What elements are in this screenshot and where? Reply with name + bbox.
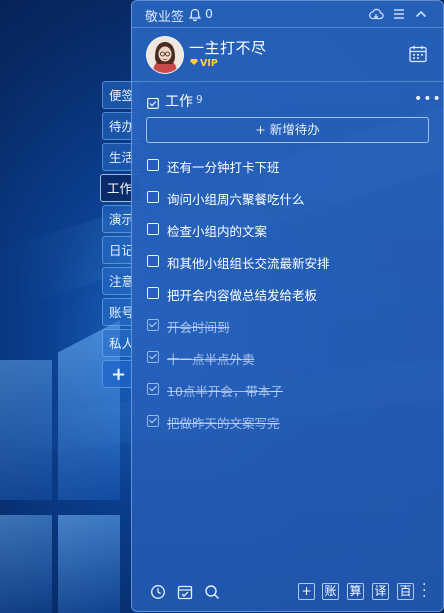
calculator-button[interactable]: 算 bbox=[347, 583, 364, 600]
calendar-check-icon[interactable] bbox=[177, 584, 193, 600]
todo-item-done[interactable]: 十一点半点外卖 bbox=[147, 349, 427, 367]
translate-button[interactable]: 译 bbox=[372, 583, 389, 600]
add-button[interactable]: + bbox=[298, 583, 315, 600]
menu-icon[interactable] bbox=[391, 6, 407, 22]
note-window: 敬业签 0 一主打不尽 VIP 工作 9 ••• + 新增待办 还有一分钟打卡下… bbox=[131, 0, 444, 612]
todo-checkbox[interactable] bbox=[147, 191, 159, 203]
bottom-toolbar: + 账 算 译 百 · · · bbox=[132, 570, 443, 612]
bell-icon[interactable] bbox=[188, 7, 202, 22]
todo-checkbox[interactable] bbox=[147, 159, 159, 171]
todo-checkbox-checked[interactable] bbox=[147, 319, 159, 331]
todo-checkbox[interactable] bbox=[147, 287, 159, 299]
category-count: 9 bbox=[196, 94, 203, 106]
notification-count: 0 bbox=[205, 6, 213, 21]
todo-item-done[interactable]: 开会时间到 bbox=[147, 317, 427, 335]
clock-icon[interactable] bbox=[150, 584, 166, 600]
title-divider bbox=[132, 27, 443, 28]
more-vertical-icon[interactable]: · · · bbox=[422, 578, 426, 604]
todo-item[interactable]: 把开会内容做总结发给老板 bbox=[147, 285, 427, 303]
app-title: 敬业签 bbox=[145, 10, 185, 25]
todo-checkbox-checked[interactable] bbox=[147, 415, 159, 427]
search-icon[interactable] bbox=[204, 584, 220, 600]
checklist-icon bbox=[147, 94, 159, 109]
todo-checkbox-checked[interactable] bbox=[147, 351, 159, 363]
todo-checkbox[interactable] bbox=[147, 255, 159, 267]
more-options-icon[interactable]: ••• bbox=[414, 91, 442, 107]
todo-item[interactable]: 和其他小组组长交流最新安排 bbox=[147, 253, 427, 271]
todo-checkbox-checked[interactable] bbox=[147, 383, 159, 395]
baidu-button[interactable]: 百 bbox=[397, 583, 414, 600]
todo-item[interactable]: 询问小组周六聚餐吃什么 bbox=[147, 189, 427, 207]
calendar-icon[interactable] bbox=[408, 44, 428, 64]
todo-item-done[interactable]: 把做昨天的文案写完 bbox=[147, 413, 427, 431]
avatar[interactable] bbox=[146, 36, 184, 74]
add-todo-button[interactable]: + 新增待办 bbox=[146, 117, 429, 143]
vip-badge: VIP bbox=[190, 58, 218, 69]
account-button[interactable]: 账 bbox=[322, 583, 339, 600]
category-title: 工作 bbox=[165, 94, 193, 110]
user-divider bbox=[132, 81, 443, 82]
diamond-icon bbox=[190, 59, 198, 65]
user-name[interactable]: 一主打不尽 bbox=[189, 37, 267, 58]
todo-item[interactable]: 还有一分钟打卡下班 bbox=[147, 157, 427, 175]
cloud-icon[interactable] bbox=[368, 6, 384, 22]
title-bar[interactable]: 敬业签 0 bbox=[132, 1, 443, 27]
todo-item-done[interactable]: 10点半开会，带本子 bbox=[147, 381, 427, 399]
todo-checkbox[interactable] bbox=[147, 223, 159, 235]
todo-item[interactable]: 检查小组内的文案 bbox=[147, 221, 427, 239]
chevron-up-icon[interactable] bbox=[413, 6, 429, 22]
